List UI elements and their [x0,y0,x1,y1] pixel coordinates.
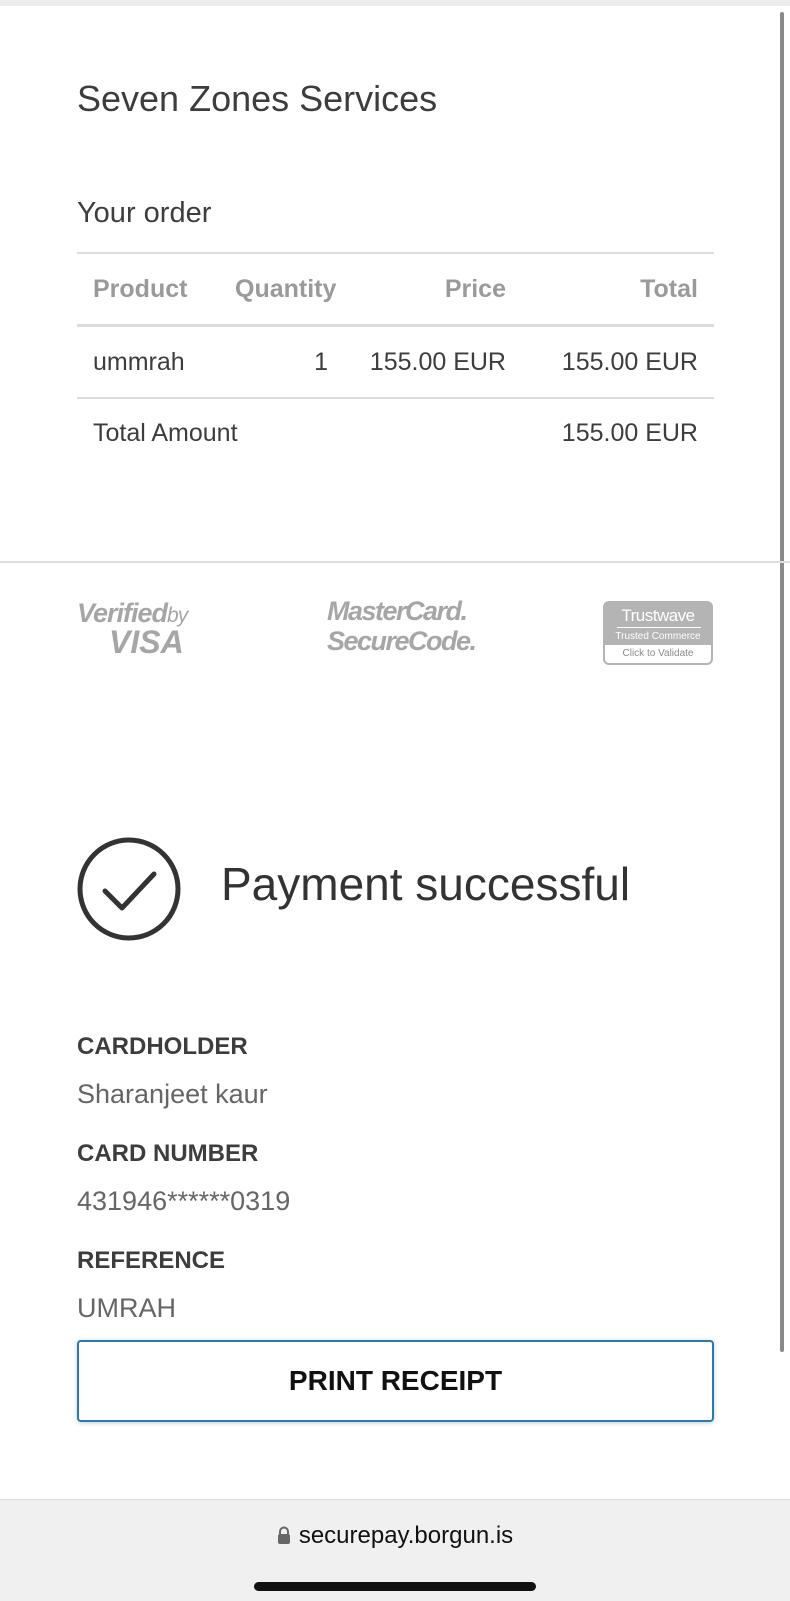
cardholder-value: Sharanjeet kaur [77,1079,268,1109]
column-header-price: Price [344,252,522,327]
order-table-header-row: Product Quantity Price Total [77,252,714,327]
visa-badge-visa: VISA [109,624,184,660]
column-header-total: Total [522,252,714,327]
table-row: ummrah 1 155.00 EUR 155.00 EUR [77,325,714,399]
browser-address-bar: securepay.borgun.is [0,1499,790,1601]
trustwave-rule [617,627,701,628]
merchant-name: Seven Zones Services [77,78,438,119]
mastercard-badge-line2: SecureCode. [327,626,477,656]
lock-icon [277,1526,290,1544]
trustwave-validate-link[interactable]: Click to Validate [605,645,711,663]
url-text: securepay.borgun.is [298,1522,514,1549]
cardholder-label: CARDHOLDER [77,1033,248,1060]
trustwave-title: Trustwave [621,606,695,625]
price-cell: 155.00 EUR [344,325,522,399]
product-cell: ummrah [77,325,219,399]
home-indicator[interactable] [254,1582,536,1591]
total-amount-value: 155.00 EUR [561,418,698,447]
column-header-quantity: Quantity [219,252,344,327]
verified-by-visa-logo: Verifiedby VISA [77,596,207,660]
card-number-label: CARD NUMBER [77,1140,259,1167]
mastercard-securecode-logo: MasterCard. SecureCode. [327,596,487,658]
trustwave-validate-badge[interactable]: Trustwave Trusted Commerce Click to Vali… [603,601,713,665]
card-number-value: 431946******0319 [77,1186,291,1216]
payment-status-message: Payment successful [221,858,631,910]
column-header-product: Product [77,252,219,327]
address-url-area[interactable]: securepay.borgun.is [0,1522,790,1550]
order-heading: Your order [77,197,212,229]
total-amount-row: Total Amount 155.00 EUR [77,398,714,467]
mastercard-badge-line1: MasterCard. [327,596,468,626]
status-bar-strip [0,0,790,6]
total-cell: 155.00 EUR [522,325,714,399]
reference-label: REFERENCE [77,1247,226,1274]
quantity-cell: 1 [219,325,344,399]
trustwave-subtitle: Trusted Commerce [615,631,701,642]
print-receipt-button[interactable]: PRINT RECEIPT [77,1340,714,1422]
checkmark-circle-icon [77,837,181,941]
total-amount-label: Total Amount [93,418,238,447]
section-divider [0,561,790,563]
order-table: Product Quantity Price Total ummrah 1 15… [77,252,714,467]
page-scrollbar[interactable] [780,12,784,1352]
reference-value: UMRAH [77,1293,176,1323]
